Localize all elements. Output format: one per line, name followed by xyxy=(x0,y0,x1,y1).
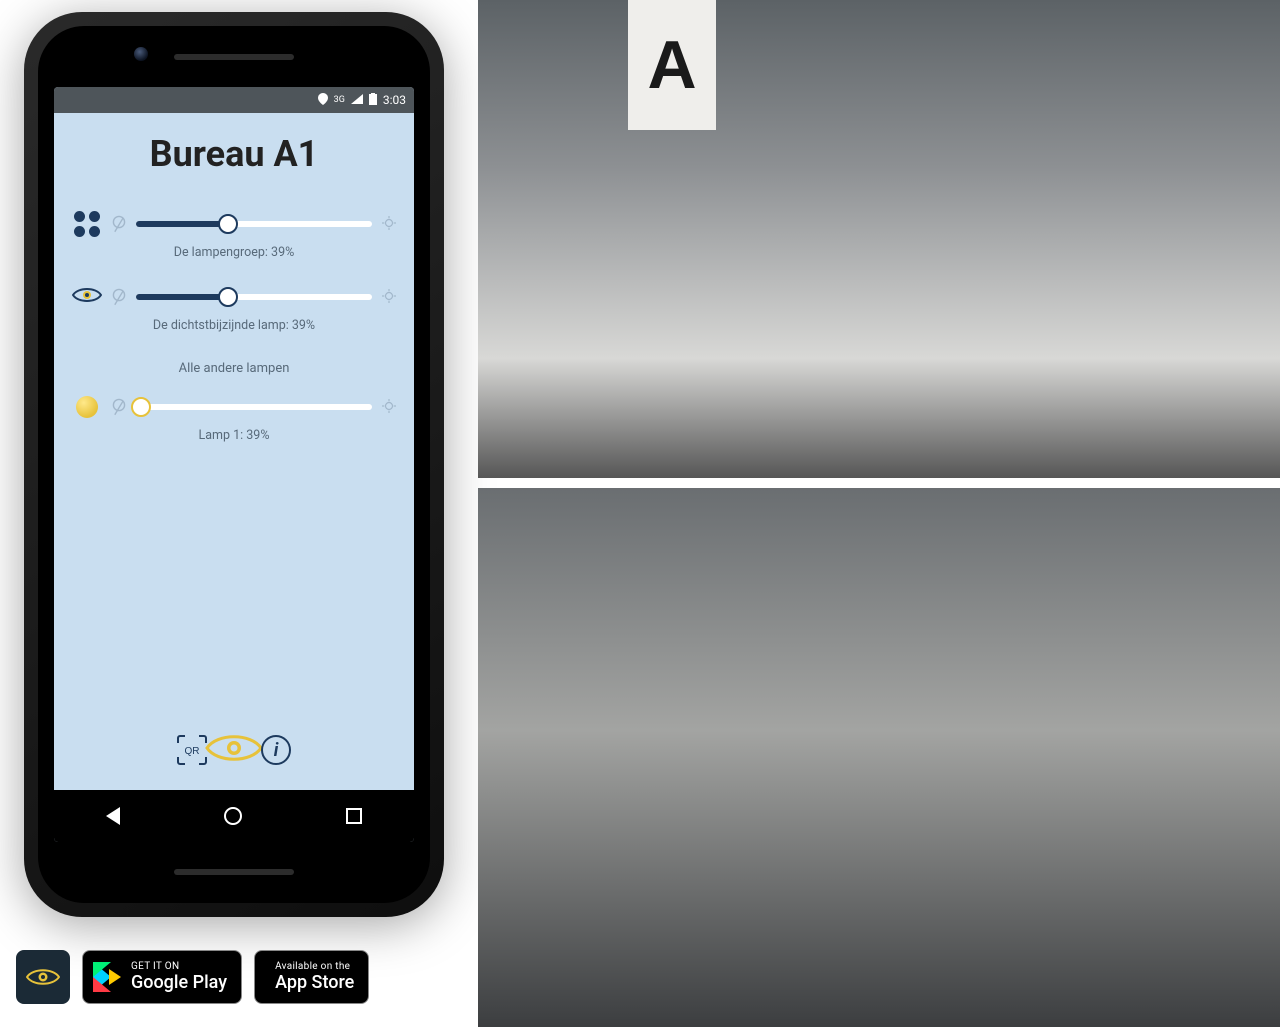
battery-icon xyxy=(369,93,377,108)
section-other-lamps: Alle andere lampen xyxy=(179,361,290,376)
svg-text:QR: QR xyxy=(185,746,200,757)
zone-sign: A xyxy=(628,0,716,130)
eye-nav-button[interactable] xyxy=(213,729,255,771)
app-store-badge[interactable]: Available on the App Store xyxy=(254,950,369,1004)
slider-lamp-1[interactable] xyxy=(72,392,396,422)
page-title: Bureau A1 xyxy=(150,133,319,175)
office-photo-top: A xyxy=(478,0,1280,478)
lamp-group-icon xyxy=(72,209,102,239)
lamp-off-icon xyxy=(112,288,126,306)
app-store-small: Available on the xyxy=(275,961,354,972)
nav-back-icon[interactable] xyxy=(106,807,120,825)
google-play-small: GET IT ON xyxy=(131,961,227,972)
slider-nearest-lamp[interactable] xyxy=(72,282,396,312)
slider-lamp-group[interactable] xyxy=(72,209,396,239)
phone-screen: 3G 3:03 Bureau A1 xyxy=(54,87,414,842)
app-icon xyxy=(16,950,70,1004)
app-store-big: App Store xyxy=(275,972,354,993)
nav-home-icon[interactable] xyxy=(224,807,242,825)
nav-recent-icon[interactable] xyxy=(346,808,362,824)
lamp-on-icon xyxy=(382,215,396,233)
location-icon xyxy=(318,93,328,108)
lamp-on-icon xyxy=(382,288,396,306)
signal-icon xyxy=(351,93,363,107)
eye-icon xyxy=(72,282,102,312)
network-label: 3G xyxy=(334,95,345,105)
slider-group-caption: De lampengroep: 39% xyxy=(174,245,295,260)
lamp-icon xyxy=(72,392,102,422)
office-photo-bottom xyxy=(478,488,1280,1027)
google-play-icon xyxy=(93,962,121,992)
android-nav-bar xyxy=(54,790,414,842)
lamp-on-icon xyxy=(382,398,396,416)
lamp-off-icon xyxy=(112,215,126,233)
google-play-badge[interactable]: GET IT ON Google Play xyxy=(82,950,242,1004)
google-play-big: Google Play xyxy=(131,972,227,993)
clock-label: 3:03 xyxy=(383,93,406,107)
android-status-bar: 3G 3:03 xyxy=(54,87,414,113)
slider-lamp1-caption: Lamp 1: 39% xyxy=(199,428,270,443)
info-button[interactable]: i xyxy=(255,729,297,771)
phone-mockup: 3G 3:03 Bureau A1 xyxy=(24,12,444,917)
slider-nearest-caption: De dichtstbijzijnde lamp: 39% xyxy=(153,318,315,333)
lamp-off-icon xyxy=(112,398,126,416)
